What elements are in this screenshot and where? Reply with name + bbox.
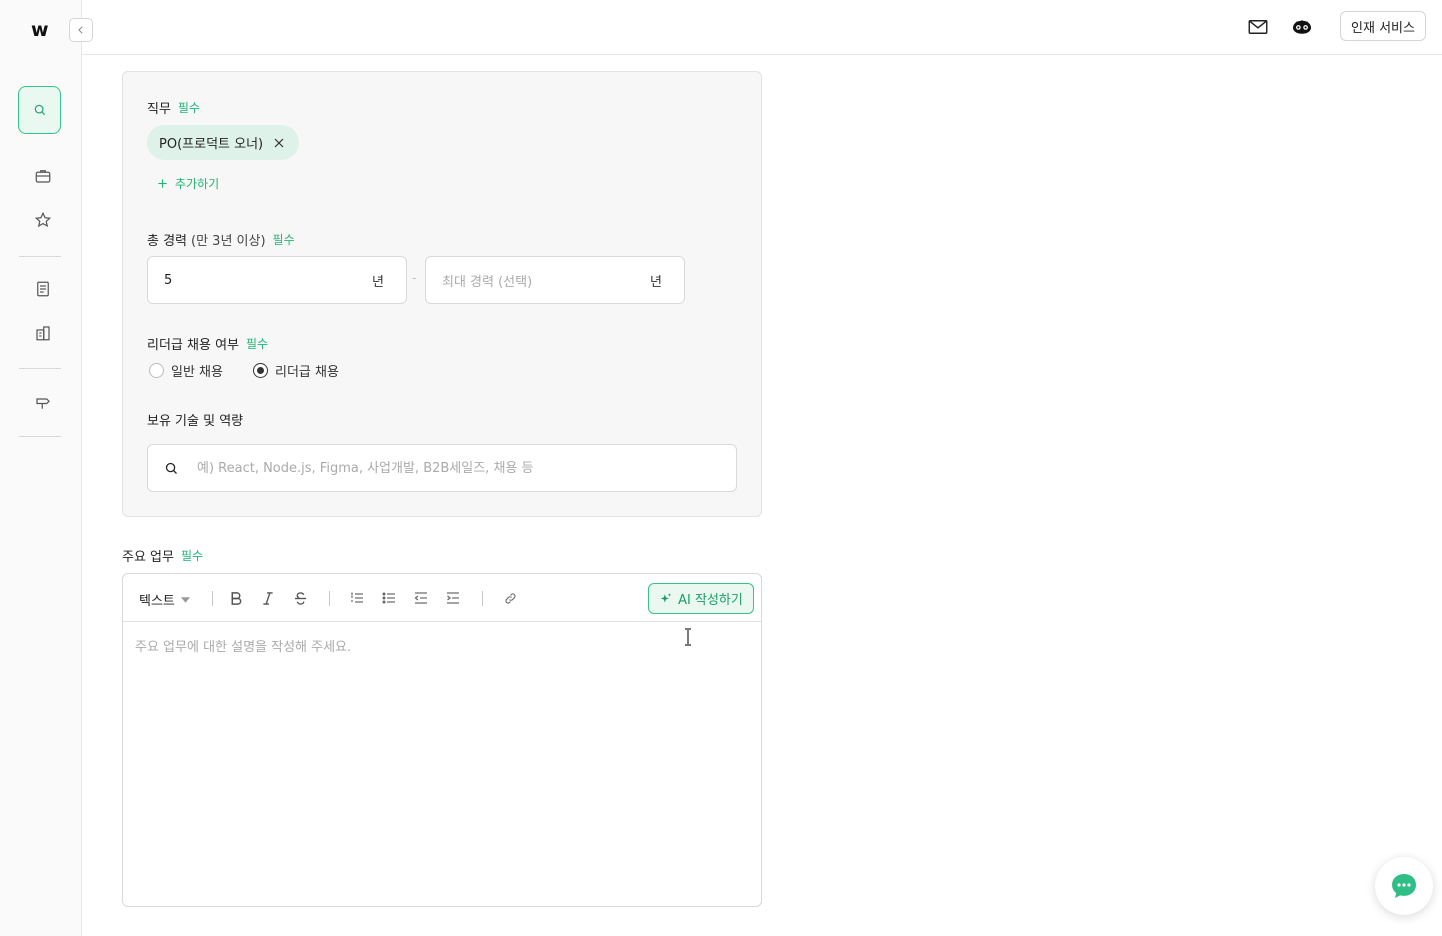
strikethrough-icon [294,591,306,605]
bullet-list-button[interactable] [379,588,399,608]
text-style-label: 텍스트 [139,594,175,609]
ai-write-label: AI 작성하기 [678,593,743,608]
toolbar-separator [482,591,483,606]
add-job-label: 추가하기 [175,177,220,191]
chat-bubble-icon [1392,874,1416,898]
close-icon[interactable] [273,137,285,149]
caret-down-icon [180,596,190,603]
editor-toolbar: 텍스트 AI 작성하기 [123,574,761,622]
sidebar-divider [19,368,61,369]
strikethrough-button[interactable] [290,588,310,608]
ai-write-button[interactable]: AI 작성하기 [648,583,754,614]
indent-icon [447,592,459,604]
min-career-unit: 년 [372,274,384,290]
bold-icon [231,591,242,605]
radio-general-hire[interactable]: 일반 채용 [149,361,223,380]
radio-leader-hire[interactable]: 리더급 채용 [252,361,339,380]
career-separator: - [412,271,417,285]
italic-icon [263,591,273,605]
mail-button[interactable] [1245,14,1271,40]
duties-editor-body[interactable]: 주요 업무에 대한 설명을 작성해 주세요. [135,636,351,655]
star-icon [34,211,52,228]
skills-label-text: 보유 기술 및 역량 [147,414,244,429]
required-badge: 필수 [180,549,204,563]
link-icon [504,592,516,604]
nav-search-button[interactable] [18,86,61,134]
text-style-select[interactable]: 텍스트 [139,590,190,609]
career-label: 총 경력 (만 3년 이상) 필수 [147,230,295,249]
leader-label-text: 리더급 채용 여부 [147,338,239,353]
duties-editor: 텍스트 AI 작성하기 주요 업무에 대한 설명을 작성해 주세요. [122,573,762,907]
italic-button[interactable] [258,588,278,608]
chevron-left-icon [78,26,83,34]
briefcase-icon [35,170,51,183]
outdent-icon [414,592,427,604]
duties-label-text: 주요 업무 [122,550,174,565]
top-header: 인재 서비스 [82,0,1442,55]
nav-jobs-button[interactable] [29,162,57,190]
nav-document-button[interactable] [29,275,57,303]
sidebar: w [0,0,82,936]
leader-label: 리더급 채용 여부 필수 [147,334,268,353]
signpost-icon [36,398,50,409]
min-career-value: 5 [164,272,173,288]
skills-input[interactable] [197,460,697,476]
text-cursor-icon [685,628,691,646]
outdent-button[interactable] [411,588,431,608]
toolbar-separator [212,591,213,606]
sidebar-divider [19,436,61,437]
job-chip: PO(프로덕트 오너) [147,125,300,160]
job-label-text: 직무 [147,102,171,117]
radio-label: 일반 채용 [171,365,223,380]
required-badge: 필수 [246,337,269,351]
hr-service-button[interactable]: 인재 서비스 [1340,11,1426,41]
sparkle-icon [660,592,672,602]
chat-button[interactable] [1375,857,1433,915]
career-label-text: 총 경력 [147,234,188,249]
required-badge: 필수 [177,101,201,115]
skills-search-box[interactable] [147,444,737,492]
required-badge: 필수 [272,233,295,247]
nav-favorites-button[interactable] [29,206,57,234]
bold-button[interactable] [226,588,246,608]
min-career-input[interactable]: 5 년 [147,256,407,304]
ordered-list-button[interactable] [347,588,367,608]
mascot-icon [1293,20,1311,34]
document-icon [37,281,49,297]
indent-button[interactable] [443,588,463,608]
job-label: 직무 필수 [147,98,200,117]
ordered-list-icon [351,592,363,603]
max-career-input[interactable]: 최대 경력 (선택) 년 [425,256,685,304]
wanted-mascot-button[interactable] [1289,14,1315,40]
search-icon [34,104,45,116]
job-chip-label: PO(프로덕트 오너) [159,137,264,152]
duties-label: 주요 업무 필수 [122,546,203,565]
bullet-list-icon [382,592,395,604]
career-hint: (만 3년 이상) [191,234,266,249]
radio-circle-selected [252,363,268,378]
max-career-unit: 년 [650,274,662,290]
leader-radio-group: 일반 채용 리더급 채용 [149,361,339,380]
mail-icon [1248,20,1268,34]
sidebar-divider [19,256,61,257]
max-career-placeholder: 최대 경력 (선택) [442,274,533,290]
nav-company-button[interactable] [29,319,57,347]
job-requirements-panel: 직무 필수 PO(프로덕트 오너) 추가하기 총 경력 (만 3년 이상) 필수… [122,71,762,517]
add-job-button[interactable]: 추가하기 [157,175,219,192]
nav-signpost-button[interactable] [29,388,57,416]
search-icon [165,462,177,474]
radio-circle [149,363,164,378]
plus-icon [158,179,167,188]
radio-label: 리더급 채용 [274,365,339,380]
sidebar-collapse-button[interactable] [69,18,93,42]
link-button[interactable] [500,588,520,608]
building-icon [36,326,50,341]
wanted-logo[interactable]: w [31,19,49,41]
skills-label: 보유 기술 및 역량 [147,410,243,429]
toolbar-separator [329,591,330,606]
